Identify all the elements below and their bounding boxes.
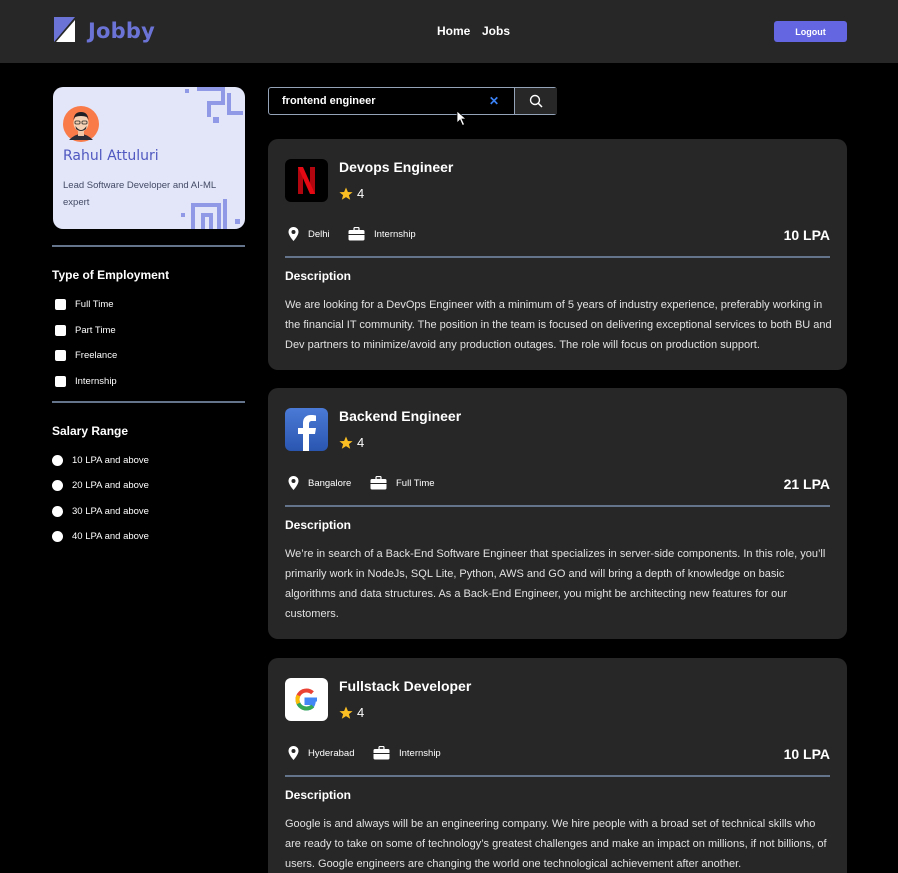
profile-bio: Lead Software Developer and AI-ML expert — [63, 180, 216, 208]
option-label: 20 LPA and above — [72, 480, 149, 491]
brand-name[interactable]: Jobby — [88, 19, 155, 43]
salary-option-30[interactable]: 30 LPA and above — [52, 506, 149, 517]
checkbox[interactable] — [55, 325, 66, 336]
radio-button[interactable] — [52, 480, 63, 491]
divider — [285, 775, 830, 777]
option-label: 30 LPA and above — [72, 506, 149, 517]
nav-link-home[interactable]: Home — [437, 24, 470, 38]
navbar: Jobby Home Jobs Logout — [0, 0, 898, 63]
salary-filter-title: Salary Range — [52, 424, 129, 438]
search-button[interactable] — [514, 88, 557, 114]
profile-card: Rahul Attuluri Lead Software Developer a… — [53, 87, 245, 229]
mouse-cursor-icon — [456, 110, 468, 127]
employment-type-text: Internship — [374, 228, 416, 240]
search-bar: frontend engineer ✕ — [268, 87, 557, 115]
job-package: 21 LPA — [783, 476, 830, 492]
rating-value: 4 — [357, 435, 365, 450]
job-package: 10 LPA — [783, 227, 830, 243]
nav-link-jobs[interactable]: Jobs — [482, 24, 510, 38]
employment-type-text: Internship — [399, 747, 441, 759]
employment-filter-title: Type of Employment — [52, 268, 170, 282]
job-location: Bangalore — [288, 476, 351, 490]
job-employment-type: Full Time — [370, 476, 435, 490]
job-title: Fullstack Developer — [339, 678, 472, 694]
google-logo-icon — [285, 678, 328, 721]
job-employment-type: Internship — [348, 227, 416, 241]
rating-value: 4 — [357, 705, 365, 720]
option-label: Part Time — [75, 325, 116, 336]
job-title: Backend Engineer — [339, 408, 462, 424]
rating-value: 4 — [357, 186, 365, 201]
jobby-logo-icon[interactable] — [54, 17, 75, 42]
salary-option-40[interactable]: 40 LPA and above — [52, 531, 149, 542]
location-pin-icon — [288, 227, 299, 241]
briefcase-icon — [370, 476, 387, 490]
job-rating: 4 — [339, 705, 364, 720]
checkbox[interactable] — [55, 299, 66, 310]
option-label: 10 LPA and above — [72, 455, 149, 466]
location-text: Delhi — [308, 228, 330, 240]
location-pin-icon — [288, 476, 299, 490]
checkbox[interactable] — [55, 350, 66, 361]
description-heading: Description — [285, 788, 352, 802]
employment-option-internship[interactable]: Internship — [55, 376, 117, 387]
divider — [52, 401, 245, 403]
job-description: We are looking for a DevOps Engineer wit… — [285, 299, 832, 351]
option-label: Freelance — [75, 350, 118, 361]
location-pin-icon — [288, 746, 299, 760]
facebook-logo-icon — [285, 408, 328, 451]
job-employment-type: Internship — [373, 746, 441, 760]
job-card[interactable]: Backend Engineer 4 Bangalore Full Time 2… — [268, 388, 847, 639]
location-text: Hyderabad — [308, 747, 355, 759]
radio-button[interactable] — [52, 455, 63, 466]
job-description: We’re in search of a Back-End Software E… — [285, 548, 826, 620]
radio-button[interactable] — [52, 506, 63, 517]
netflix-logo-icon — [285, 159, 328, 202]
job-title: Devops Engineer — [339, 159, 454, 175]
search-input[interactable]: frontend engineer — [282, 95, 376, 107]
job-rating: 4 — [339, 435, 364, 450]
divider — [285, 505, 830, 507]
salary-option-10[interactable]: 10 LPA and above — [52, 455, 149, 466]
job-card[interactable]: Fullstack Developer 4 Hyderabad Internsh… — [268, 658, 847, 873]
employment-type-text: Full Time — [396, 477, 435, 489]
job-package: 10 LPA — [783, 746, 830, 762]
decorative-pattern-icon — [185, 87, 243, 123]
logout-button[interactable]: Logout — [774, 21, 847, 42]
divider — [285, 256, 830, 258]
briefcase-icon — [348, 227, 365, 241]
avatar — [63, 106, 99, 142]
job-rating: 4 — [339, 186, 364, 201]
close-icon[interactable]: ✕ — [489, 94, 499, 108]
job-location: Hyderabad — [288, 746, 354, 760]
profile-name: Rahul Attuluri — [63, 148, 159, 164]
location-text: Bangalore — [308, 477, 352, 489]
star-icon — [339, 436, 353, 449]
description-heading: Description — [285, 269, 352, 283]
salary-option-20[interactable]: 20 LPA and above — [52, 480, 149, 491]
option-label: Internship — [75, 376, 117, 387]
employment-option-full-time[interactable]: Full Time — [55, 299, 114, 310]
job-card[interactable]: Devops Engineer 4 Delhi Internship 10 LP… — [268, 139, 847, 370]
divider — [52, 245, 245, 247]
job-description: Google is and always will be an engineer… — [285, 818, 827, 870]
star-icon — [339, 706, 353, 719]
briefcase-icon — [373, 746, 390, 760]
job-location: Delhi — [288, 227, 330, 241]
radio-button[interactable] — [52, 531, 63, 542]
checkbox[interactable] — [55, 376, 66, 387]
star-icon — [339, 187, 353, 200]
description-heading: Description — [285, 518, 352, 532]
employment-option-part-time[interactable]: Part Time — [55, 325, 116, 336]
option-label: Full Time — [75, 299, 114, 310]
search-icon — [529, 94, 543, 108]
employment-option-freelance[interactable]: Freelance — [55, 350, 117, 361]
option-label: 40 LPA and above — [72, 531, 149, 542]
